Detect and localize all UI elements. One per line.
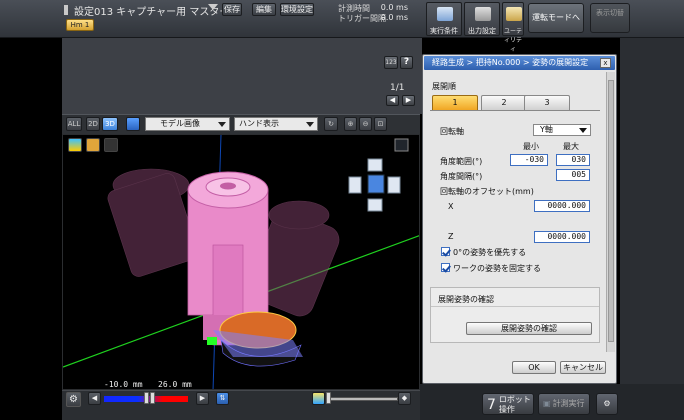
- prev-page-button[interactable]: ◀: [386, 95, 399, 106]
- angle-range-max-field[interactable]: 030: [556, 154, 590, 166]
- dialog-scrollbar[interactable]: [606, 72, 615, 352]
- ok-button[interactable]: OK: [512, 361, 556, 374]
- left-margin: [0, 0, 62, 420]
- zoom-out-icon[interactable]: ⊖: [359, 117, 372, 131]
- offset-x-field[interactable]: 0000.000: [534, 200, 590, 212]
- chevron-down-icon: [218, 122, 226, 127]
- refresh-icon[interactable]: ↻: [324, 117, 338, 131]
- offset-x-label: X: [448, 202, 454, 211]
- setting-title[interactable]: 設定013 キャプチャー用 マスター: [74, 3, 229, 18]
- prefer-zero-pose-checkbox[interactable]: [441, 247, 450, 256]
- seven-axis-icon: 7: [487, 397, 496, 413]
- 3d-viewport[interactable]: [62, 134, 420, 390]
- range-min: -10.0 mm: [104, 380, 143, 389]
- angle-interval-label: 角度間隔(°): [440, 172, 483, 181]
- angle-range-min-field[interactable]: -030: [510, 154, 548, 166]
- range-max-handle[interactable]: [150, 392, 155, 404]
- utility-button[interactable]: ユーティリティ: [502, 2, 524, 53]
- save-button[interactable]: 保存: [222, 3, 242, 16]
- right-panel-background: [620, 38, 684, 384]
- help-button[interactable]: ?: [400, 56, 413, 69]
- color-mode-icon[interactable]: [68, 138, 82, 152]
- tab-2[interactable]: 2: [481, 95, 527, 110]
- chevron-down-icon[interactable]: [208, 4, 218, 10]
- number-icon[interactable]: 123: [384, 56, 398, 69]
- confirm-divider: [431, 306, 599, 307]
- model-image-select[interactable]: モデル画像: [145, 117, 230, 131]
- range-swap-icon[interactable]: ⇅: [216, 392, 229, 405]
- execution-conditions-button[interactable]: 実行条件: [426, 2, 462, 36]
- offset-z-field[interactable]: 0000.000: [534, 231, 590, 243]
- view-all-button[interactable]: ALL: [66, 117, 82, 131]
- rotation-axis-select[interactable]: Y軸: [533, 124, 591, 136]
- output-icon: [475, 7, 491, 21]
- range-left-icon[interactable]: ◀: [88, 392, 101, 405]
- zoom-in-icon[interactable]: ⊕: [344, 117, 357, 131]
- 3d-scene: [63, 135, 419, 389]
- view-3d-button[interactable]: 3D: [102, 117, 118, 131]
- next-page-button[interactable]: ▶: [402, 95, 415, 106]
- hand-icon[interactable]: [86, 138, 100, 152]
- opacity-handle[interactable]: [326, 392, 331, 404]
- zoom-fit-icon[interactable]: ⊡: [374, 117, 387, 131]
- close-icon[interactable]: x: [600, 58, 611, 68]
- layer-icon[interactable]: [126, 117, 140, 131]
- angle-range-label: 角度範囲(°): [440, 157, 483, 166]
- tab-1[interactable]: 1: [432, 95, 478, 110]
- run-mode-button[interactable]: 運転モードへ: [528, 3, 584, 33]
- offset-label: 回転軸のオフセット(mm): [440, 187, 534, 196]
- brightness-icon[interactable]: ◆: [398, 392, 411, 405]
- max-header: 最大: [563, 142, 579, 151]
- angle-interval-field[interactable]: 005: [556, 169, 590, 181]
- edit-menu-button[interactable]: 編集: [252, 3, 276, 16]
- measure-run-button[interactable]: ▣ 計測実行: [538, 393, 590, 415]
- offset-z-label: Z: [448, 232, 454, 241]
- camera-icon: ▣: [543, 399, 551, 408]
- tool-icon[interactable]: [104, 138, 118, 152]
- robot-operation-button[interactable]: 7 ロボット操作: [482, 393, 534, 415]
- tab-divider: [430, 110, 600, 111]
- fix-work-pose-label: ワークの姿勢を固定する: [453, 264, 541, 273]
- display-switch-button[interactable]: 表示切替: [590, 3, 630, 33]
- trigger-interval-value: 0.0 ms: [380, 13, 408, 22]
- fullscreen-icon: [394, 138, 409, 152]
- viewport-bottom-bar: [62, 390, 420, 420]
- cancel-button[interactable]: キャンセル: [560, 361, 606, 374]
- tab-3[interactable]: 3: [524, 95, 570, 110]
- view-2d-button[interactable]: 2D: [86, 117, 100, 131]
- hand-display-select[interactable]: ハンド表示: [234, 117, 318, 131]
- range-max: 26.0 mm: [158, 380, 192, 389]
- fix-work-pose-checkbox[interactable]: [441, 263, 450, 272]
- opacity-slider[interactable]: [328, 397, 398, 401]
- page-indicator: 1/1: [390, 83, 405, 93]
- range-right-icon[interactable]: ▶: [196, 392, 209, 405]
- chevron-down-icon: [306, 122, 314, 127]
- measure-time-value: 0.0 ms: [380, 3, 408, 12]
- rotation-axis-label: 回転軸: [440, 127, 464, 136]
- order-label: 展開順: [432, 82, 456, 91]
- view-cube-widget: [348, 158, 401, 212]
- settings-icon[interactable]: ⚙: [596, 393, 618, 415]
- output-settings-button[interactable]: 出力設定: [464, 2, 500, 36]
- conditions-icon: [437, 7, 453, 21]
- settings-icon: [64, 5, 68, 15]
- range-min-handle[interactable]: [144, 392, 149, 404]
- prefer-zero-pose-label: 0°の姿勢を優先する: [453, 248, 527, 257]
- hand-tab[interactable]: Hm 1: [66, 19, 94, 31]
- chevron-down-icon: [579, 128, 587, 133]
- environment-settings-button[interactable]: 環境設定: [280, 3, 314, 16]
- min-header: 最小: [523, 142, 539, 151]
- confirm-section-title: 展開姿勢の確認: [438, 295, 494, 304]
- dialog-title: 経路生成 > 把持No.000 > 姿勢の展開設定: [424, 56, 615, 70]
- palette-icon[interactable]: [312, 392, 325, 405]
- confirm-poses-button[interactable]: 展開姿勢の確認: [466, 322, 592, 335]
- gear-icon[interactable]: ⚙: [66, 392, 81, 407]
- utility-icon: [506, 7, 522, 21]
- image-strip-area: [62, 38, 422, 114]
